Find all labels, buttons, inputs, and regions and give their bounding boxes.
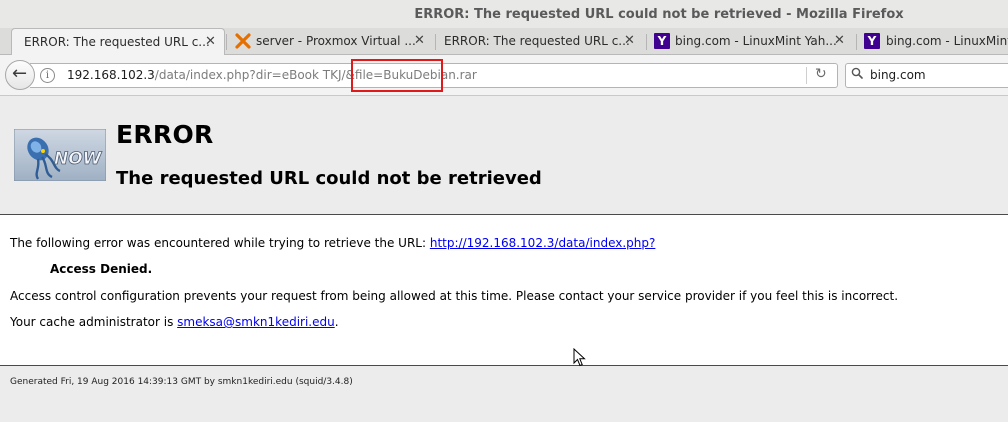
generated-footer: Generated Fri, 19 Aug 2016 14:39:13 GMT … bbox=[10, 377, 353, 387]
tab-strip: ERROR: The requested URL c... ✕ server -… bbox=[0, 28, 1008, 56]
mouse-cursor-icon bbox=[573, 348, 586, 367]
window-title: ERROR: The requested URL could not be re… bbox=[414, 7, 904, 22]
info-icon[interactable]: i bbox=[40, 68, 55, 83]
squid-logo: NOW bbox=[14, 129, 106, 181]
tab-label: bing.com - LinuxMint Y bbox=[886, 34, 1008, 48]
tab-bing-2[interactable]: Y bing.com - LinuxMint Y bbox=[857, 28, 1008, 55]
admin-email-link[interactable]: smeksa@smkn1kediri.edu bbox=[177, 315, 335, 329]
url-host: 192.168.102.3 bbox=[67, 68, 155, 82]
close-icon[interactable]: ✕ bbox=[834, 33, 845, 48]
error-header: NOW ERROR The requested URL could not be… bbox=[0, 96, 1008, 215]
close-icon[interactable]: ✕ bbox=[205, 34, 216, 49]
tab-bing-1[interactable]: Y bing.com - LinuxMint Yah... ✕ bbox=[647, 28, 856, 55]
back-arrow-icon: ← bbox=[12, 63, 28, 84]
close-icon[interactable]: ✕ bbox=[414, 33, 425, 48]
close-icon[interactable]: ✕ bbox=[624, 33, 635, 48]
search-input[interactable]: bing.com bbox=[870, 68, 926, 82]
url-separator bbox=[806, 67, 807, 84]
reload-icon[interactable]: ↻ bbox=[815, 66, 827, 82]
admin-line: Your cache administrator is smeksa@smkn1… bbox=[10, 315, 339, 329]
tab-error-active[interactable]: ERROR: The requested URL c... ✕ bbox=[11, 28, 225, 56]
logo-text: NOW bbox=[54, 149, 103, 169]
proxmox-icon bbox=[235, 33, 251, 49]
admin-prefix: Your cache administrator is bbox=[10, 315, 178, 329]
requested-url-link[interactable]: http://192.168.102.3/data/index.php? bbox=[430, 236, 656, 250]
admin-suffix: . bbox=[334, 315, 339, 329]
tab-label: ERROR: The requested URL c... bbox=[444, 34, 630, 48]
tab-error[interactable]: ERROR: The requested URL c... ✕ bbox=[436, 28, 646, 55]
page-title: ERROR bbox=[116, 120, 214, 149]
search-bar[interactable]: bing.com bbox=[845, 63, 1008, 88]
yahoo-icon: Y bbox=[654, 33, 670, 49]
explanation-text: Access control configuration prevents yo… bbox=[10, 289, 899, 303]
annotation-highlight bbox=[351, 59, 443, 92]
intro-line: The following error was encountered whil… bbox=[10, 236, 655, 250]
tab-proxmox[interactable]: server - Proxmox Virtual ... ✕ bbox=[227, 28, 435, 55]
page-subtitle: The requested URL could not be retrieved bbox=[116, 168, 542, 189]
yahoo-icon: Y bbox=[864, 33, 880, 49]
access-denied-text: Access Denied. bbox=[50, 262, 153, 276]
back-button[interactable]: ← bbox=[5, 60, 35, 90]
window-titlebar: ERROR: The requested URL could not be re… bbox=[0, 0, 1008, 28]
tab-label: bing.com - LinuxMint Yah... bbox=[675, 34, 837, 48]
error-content: The following error was encountered whil… bbox=[0, 215, 1008, 366]
tab-label: ERROR: The requested URL c... bbox=[24, 35, 210, 49]
tab-label: server - Proxmox Virtual ... bbox=[256, 34, 416, 48]
search-icon bbox=[851, 67, 863, 79]
intro-text: The following error was encountered whil… bbox=[10, 236, 430, 250]
navigation-bar: i 192.168.102.3/data/index.php?dir=eBook… bbox=[0, 55, 1008, 96]
